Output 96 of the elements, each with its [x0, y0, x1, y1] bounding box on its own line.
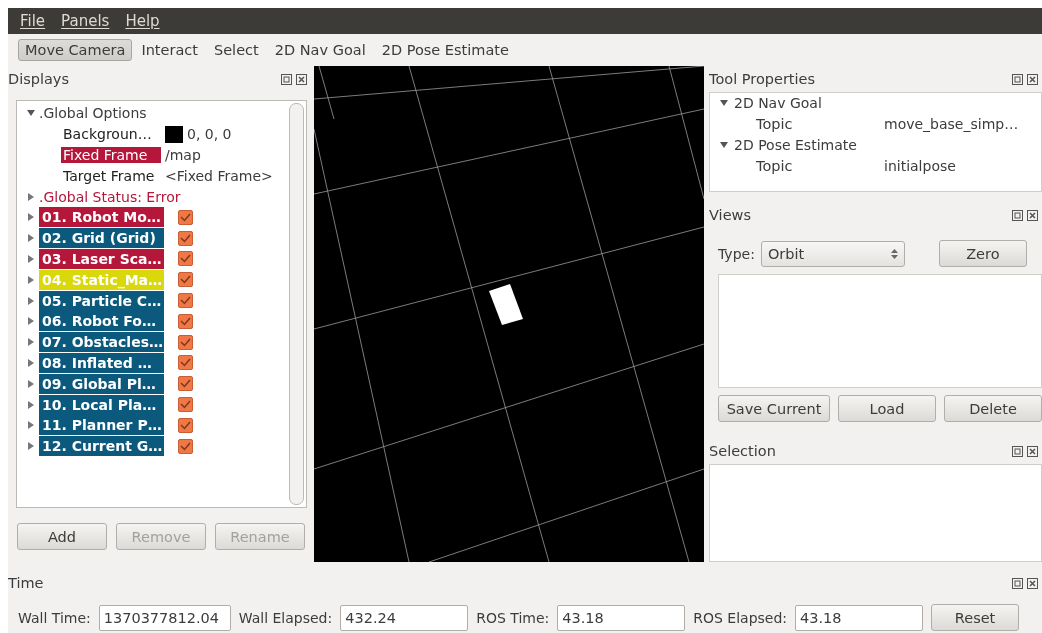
property-name: Target Frame [62, 167, 156, 184]
expand-arrow-icon[interactable] [27, 234, 35, 243]
expand-arrow-icon[interactable] [27, 379, 35, 388]
close-icon[interactable] [1027, 209, 1038, 221]
expand-arrow-icon[interactable] [27, 275, 35, 284]
expand-arrow-icon[interactable] [27, 296, 35, 305]
tool-button[interactable]: 2D Pose Estimate [374, 39, 516, 61]
display-item[interactable]: 10. Local Pla… [39, 394, 164, 415]
expand-arrow-icon[interactable] [27, 400, 35, 409]
scrollbar[interactable] [289, 103, 304, 505]
panel-title: Selection [709, 443, 776, 459]
float-icon[interactable] [1012, 577, 1023, 589]
expand-arrow-icon[interactable] [27, 442, 35, 451]
display-item[interactable]: 02. Grid (Grid) [39, 228, 164, 249]
menu-item[interactable]: Help [125, 12, 160, 30]
checkbox[interactable] [178, 438, 193, 454]
expand-arrow-icon[interactable] [27, 358, 35, 367]
tree-item[interactable]: 2D Pose Estimate [734, 137, 857, 153]
expand-arrow-icon[interactable] [27, 213, 35, 222]
tree-item[interactable]: .Global Status: Error [39, 188, 181, 205]
robot-shape [489, 284, 523, 325]
checkbox[interactable] [178, 209, 193, 225]
float-icon[interactable] [1012, 73, 1023, 85]
checkbox[interactable] [178, 293, 193, 309]
expand-arrow-icon[interactable] [27, 421, 35, 430]
time-field[interactable]: 43.18 [795, 604, 924, 631]
expand-arrow-icon[interactable] [27, 254, 35, 263]
checkbox[interactable] [178, 334, 193, 350]
time-label: ROS Time: [476, 609, 550, 626]
expand-arrow-icon[interactable] [27, 317, 35, 326]
display-item[interactable]: 06. Robot Fo… [39, 311, 164, 332]
display-item[interactable]: 05. Particle C… [39, 290, 164, 311]
time-field[interactable]: 432.24 [340, 604, 469, 631]
property-value: 0, 0, 0 [187, 126, 232, 143]
tool-button[interactable]: 2D Nav Goal [267, 39, 373, 61]
menu-item[interactable]: Panels [61, 12, 110, 30]
tree-item[interactable]: 2D Nav Goal [734, 95, 822, 112]
spin-arrows-icon [890, 247, 898, 260]
expand-arrow-icon[interactable] [720, 99, 728, 108]
view-button[interactable]: Delete [944, 395, 1042, 422]
close-icon[interactable] [1027, 577, 1038, 589]
expand-arrow-icon[interactable] [720, 141, 728, 149]
view-button[interactable]: Save Current [718, 395, 830, 422]
type-dropdown[interactable]: Orbit [760, 240, 905, 267]
property-name: Topic [756, 157, 794, 174]
property-value: move_base_simp… [884, 116, 1019, 133]
panel-title: Views [709, 207, 751, 223]
panel-title: Time [8, 575, 44, 591]
checkbox[interactable] [178, 251, 193, 267]
close-icon[interactable] [1027, 73, 1038, 85]
float-icon[interactable] [1012, 445, 1023, 457]
panel-button[interactable]: Add [17, 523, 107, 550]
time-field[interactable]: 43.18 [557, 604, 686, 631]
time-label: Wall Elapsed: [238, 609, 333, 626]
checkbox[interactable] [178, 313, 193, 329]
checkbox[interactable] [178, 376, 193, 392]
checkbox[interactable] [178, 397, 193, 413]
time-label: ROS Elapsed: [693, 609, 788, 626]
checkbox[interactable] [178, 417, 193, 433]
expand-arrow-icon[interactable] [27, 192, 35, 201]
close-icon[interactable] [296, 73, 307, 85]
panel-title: Tool Properties [709, 71, 816, 87]
view-button[interactable]: Load [838, 395, 936, 422]
display-item[interactable]: 03. Laser Sca… [39, 248, 164, 269]
expand-arrow-icon[interactable] [27, 109, 35, 118]
tree-item[interactable]: .Global Options [39, 105, 147, 122]
float-icon[interactable] [1012, 209, 1023, 221]
float-icon[interactable] [281, 73, 292, 85]
type-label: Type: [718, 245, 755, 262]
expand-arrow-icon[interactable] [27, 338, 35, 347]
menu-item[interactable]: File [20, 12, 46, 30]
display-item[interactable]: 07. Obstacles… [39, 332, 164, 353]
checkbox[interactable] [178, 230, 193, 246]
reset-button[interactable]: Reset [931, 604, 1020, 631]
property-name: Topic [756, 116, 794, 133]
property-name: Backgroun… [62, 126, 153, 143]
display-item[interactable]: 09. Global Pl… [39, 373, 164, 394]
property-name: Fixed Frame [61, 147, 161, 163]
zero-button[interactable]: Zero [938, 240, 1027, 267]
color-swatch[interactable] [165, 125, 183, 143]
property-value: <Fixed Frame> [165, 167, 273, 184]
display-item[interactable]: 12. Current G… [39, 436, 164, 457]
display-item[interactable]: 01. Robot Mo… [39, 207, 164, 228]
tool-button[interactable]: Move Camera [18, 39, 133, 61]
display-item[interactable]: 08. Inflated … [39, 352, 164, 373]
property-value: initialpose [884, 157, 956, 174]
time-label: Wall Time: [18, 609, 91, 626]
close-icon[interactable] [1027, 445, 1038, 457]
panel-title: Displays [8, 71, 69, 87]
tool-button[interactable]: Select [207, 39, 266, 61]
display-item[interactable]: 11. Planner P… [39, 415, 164, 436]
tool-button[interactable]: Interact [134, 39, 205, 61]
checkbox[interactable] [178, 272, 193, 288]
time-field[interactable]: 1370377812.04 [98, 604, 231, 631]
checkbox[interactable] [178, 355, 193, 371]
property-value: /map [165, 147, 201, 163]
